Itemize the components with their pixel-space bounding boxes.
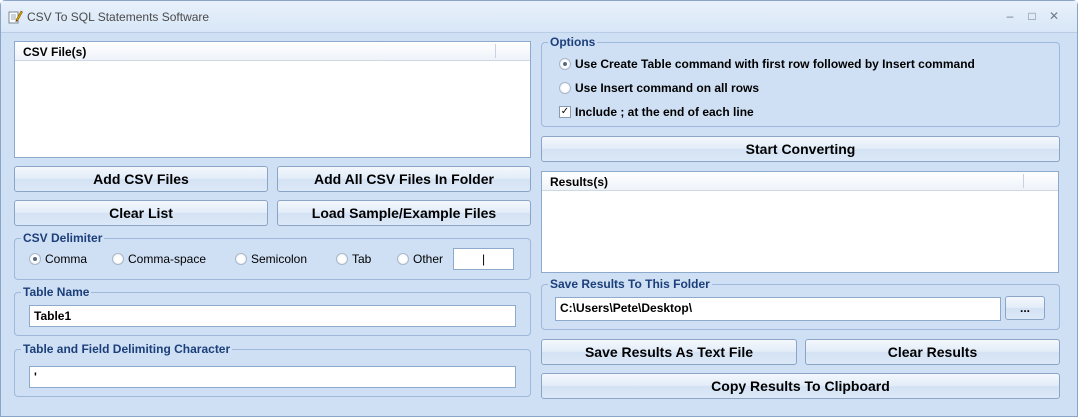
delimiter-comma-space-label: Comma-space bbox=[128, 252, 207, 266]
title-bar[interactable]: CSV To SQL Statements Software – □ ✕ bbox=[1, 1, 1077, 33]
radio-selected-icon[interactable] bbox=[29, 253, 41, 265]
option-create-table[interactable]: Use Create Table command with first row … bbox=[559, 57, 975, 71]
column-separator bbox=[1023, 174, 1024, 188]
load-sample-button[interactable]: Load Sample/Example Files bbox=[277, 200, 531, 226]
table-name-group: Table Name Table1 bbox=[14, 285, 531, 336]
field-delimiter-group: Table and Field Delimiting Character ' bbox=[14, 342, 531, 397]
other-delimiter-input[interactable]: | bbox=[453, 248, 514, 270]
table-name-legend: Table Name bbox=[21, 285, 92, 299]
delimiter-comma-option[interactable]: Comma bbox=[29, 252, 87, 266]
delimiter-semicolon-label: Semicolon bbox=[251, 252, 308, 266]
radio-icon[interactable] bbox=[112, 253, 124, 265]
results-header-label: Results(s) bbox=[550, 175, 609, 189]
radio-icon[interactable] bbox=[397, 253, 409, 265]
table-name-input[interactable]: Table1 bbox=[29, 305, 516, 327]
field-delimiter-legend: Table and Field Delimiting Character bbox=[21, 342, 233, 356]
delimiter-comma-space-option[interactable]: Comma-space bbox=[112, 252, 206, 266]
csv-delimiter-legend: CSV Delimiter bbox=[21, 231, 105, 245]
save-folder-input[interactable]: C:\Users\Pete\Desktop\ bbox=[555, 297, 1001, 321]
option-semicolon-end[interactable]: ✓ Include ; at the end of each line bbox=[559, 105, 754, 119]
option-insert-all[interactable]: Use Insert command on all rows bbox=[559, 81, 759, 95]
column-separator bbox=[495, 44, 496, 58]
clear-list-button[interactable]: Clear List bbox=[14, 200, 268, 226]
radio-icon[interactable] bbox=[235, 253, 247, 265]
app-window: CSV To SQL Statements Software – □ ✕ CSV… bbox=[0, 0, 1078, 417]
copy-clipboard-button[interactable]: Copy Results To Clipboard bbox=[541, 373, 1060, 399]
delimiter-other-option[interactable]: Other bbox=[397, 252, 443, 266]
close-button[interactable]: ✕ bbox=[1045, 7, 1063, 25]
browse-folder-button[interactable]: ... bbox=[1005, 296, 1045, 320]
minimize-button[interactable]: – bbox=[1001, 7, 1019, 25]
radio-icon[interactable] bbox=[559, 82, 571, 94]
csv-delimiter-group: CSV Delimiter Comma Comma-space Semicolo… bbox=[14, 231, 531, 280]
start-converting-button[interactable]: Start Converting bbox=[541, 136, 1060, 162]
add-folder-button[interactable]: Add All CSV Files In Folder bbox=[277, 166, 531, 192]
pencil-document-icon bbox=[8, 10, 23, 24]
option-create-table-label: Use Create Table command with first row … bbox=[575, 57, 975, 71]
save-text-file-button[interactable]: Save Results As Text File bbox=[541, 339, 797, 365]
csv-files-header: CSV File(s) bbox=[15, 42, 530, 61]
window-title: CSV To SQL Statements Software bbox=[27, 10, 210, 24]
add-csv-files-button[interactable]: Add CSV Files bbox=[14, 166, 268, 192]
delimiter-tab-option[interactable]: Tab bbox=[336, 252, 371, 266]
results-list[interactable]: Results(s) bbox=[541, 171, 1059, 273]
clear-results-button[interactable]: Clear Results bbox=[805, 339, 1060, 365]
results-header: Results(s) bbox=[542, 172, 1058, 191]
options-legend: Options bbox=[548, 35, 598, 49]
checkbox-checked-icon[interactable]: ✓ bbox=[559, 106, 571, 118]
delimiter-semicolon-option[interactable]: Semicolon bbox=[235, 252, 307, 266]
options-group: Options Use Create Table command with fi… bbox=[541, 35, 1060, 127]
csv-files-list[interactable]: CSV File(s) bbox=[14, 41, 531, 158]
delimiter-comma-label: Comma bbox=[45, 252, 88, 266]
radio-selected-icon[interactable] bbox=[559, 58, 571, 70]
maximize-button[interactable]: □ bbox=[1023, 7, 1041, 25]
option-insert-all-label: Use Insert command on all rows bbox=[575, 81, 760, 95]
option-semicolon-end-label: Include ; at the end of each line bbox=[575, 105, 754, 119]
delimiter-tab-label: Tab bbox=[352, 252, 372, 266]
save-folder-group: Save Results To This Folder C:\Users\Pet… bbox=[541, 277, 1060, 330]
delimiter-other-label: Other bbox=[413, 252, 444, 266]
radio-icon[interactable] bbox=[336, 253, 348, 265]
field-delimiter-input[interactable]: ' bbox=[29, 366, 516, 388]
save-folder-legend: Save Results To This Folder bbox=[548, 277, 712, 291]
csv-files-header-label: CSV File(s) bbox=[23, 45, 87, 59]
